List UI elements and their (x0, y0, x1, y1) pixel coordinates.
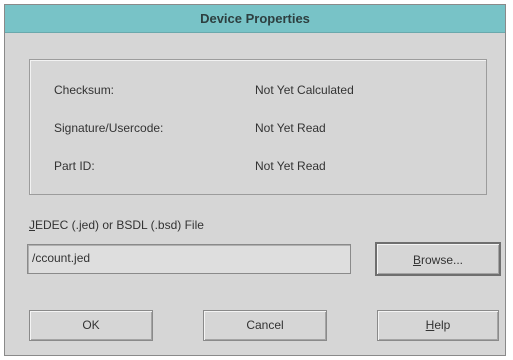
signature-usercode-label: Signature/Usercode: (54, 121, 164, 135)
file-label-text: EDEC (.jed) or BSDL (.bsd) File (35, 218, 204, 232)
cancel-button[interactable]: Cancel (203, 310, 327, 341)
file-label: JEDEC (.jed) or BSDL (.bsd) File (29, 218, 204, 232)
checksum-label: Checksum: (54, 83, 115, 97)
device-properties-dialog: Device Properties Checksum: Not Yet Calc… (4, 4, 506, 356)
browse-mnemonic: B (412, 253, 421, 267)
ok-button[interactable]: OK (29, 310, 153, 341)
file-path-input[interactable]: /ccount.jed (27, 244, 351, 274)
browse-label: rowse... (421, 253, 464, 267)
dialog-title[interactable]: Device Properties (5, 5, 505, 33)
help-label: elp (434, 318, 451, 332)
checksum-value: Not Yet Calculated (255, 83, 354, 97)
device-info-panel: Checksum: Not Yet Calculated Signature/U… (29, 59, 487, 195)
signature-usercode-value: Not Yet Read (255, 121, 326, 135)
browse-button[interactable]: Browse... (375, 242, 501, 276)
part-id-value: Not Yet Read (255, 159, 326, 173)
part-id-label: Part ID: (54, 159, 95, 173)
help-button[interactable]: Help (377, 310, 499, 341)
